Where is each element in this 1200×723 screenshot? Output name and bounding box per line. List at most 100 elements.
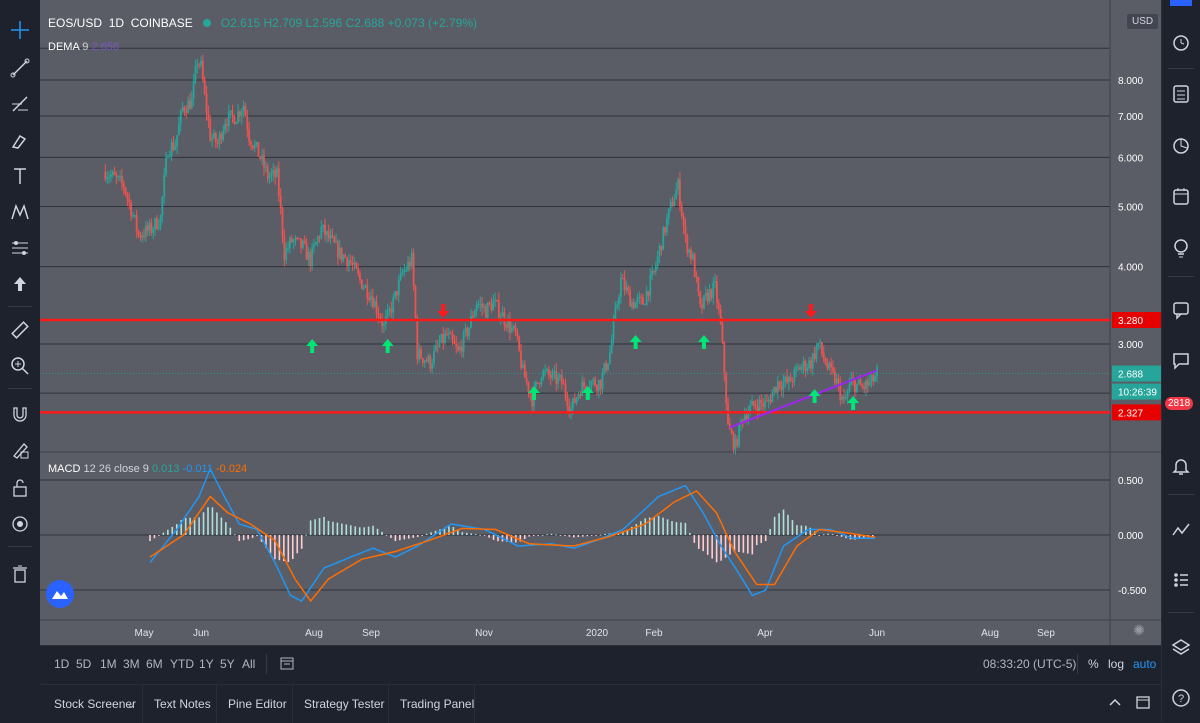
trash-icon[interactable] — [6, 560, 34, 588]
macd-histogram-bar — [550, 533, 553, 535]
candle-body — [163, 174, 166, 198]
tab-trading-panel[interactable]: Trading Panel — [400, 697, 474, 711]
chart-area[interactable]: -0.500 0.000 0.500 3.000 4.000 5.000 6.000 7.0… — [40, 0, 1162, 645]
macd-legend[interactable]: MACD 12 26 close 9 0.013 -0.011 -0.024 — [48, 463, 247, 475]
macd-histogram-bar — [412, 535, 415, 538]
candle-body — [399, 273, 402, 280]
macd-histogram-bar — [564, 535, 566, 536]
ideas-lightbulb-icon[interactable] — [1167, 234, 1195, 262]
timeframe-all[interactable]: All — [242, 657, 255, 671]
timeframe-1d[interactable]: 1D — [54, 657, 69, 671]
timeframe-5y[interactable]: 5Y — [220, 657, 235, 671]
auto-scale-toggle[interactable]: auto — [1133, 657, 1156, 671]
candle-body — [523, 364, 526, 378]
macd-histogram-bar — [492, 535, 495, 540]
candle-body — [632, 302, 635, 309]
macd-histogram-bar — [207, 507, 209, 535]
crosshair-icon[interactable] — [6, 16, 34, 44]
trading-signal-icon[interactable] — [1167, 516, 1195, 544]
candle-body — [165, 157, 167, 175]
hotlist-grid-icon[interactable] — [1167, 566, 1195, 594]
watchlist-icon[interactable] — [1167, 80, 1195, 108]
trendline-icon[interactable] — [6, 54, 34, 82]
macd-histogram-bar — [376, 528, 379, 535]
candle-body — [161, 197, 164, 216]
help-icon[interactable]: ? — [1167, 684, 1195, 712]
candle-body — [203, 79, 206, 94]
macd-histogram-bar — [796, 525, 798, 535]
candle-body — [403, 270, 406, 273]
tab-text-notes[interactable]: Text Notes — [154, 697, 211, 711]
candle-body — [546, 369, 548, 371]
notification-badge[interactable]: 2818 — [1165, 397, 1194, 410]
calendar-icon[interactable] — [1167, 182, 1195, 210]
chats-icon[interactable] — [1167, 346, 1195, 374]
candle-body — [555, 370, 558, 384]
arrow-marker-icon[interactable] — [6, 270, 34, 298]
settings-gear-icon[interactable]: ✺ — [1131, 622, 1147, 638]
magnet-icon[interactable] — [6, 400, 34, 428]
symbol-interval[interactable]: 1D — [109, 16, 124, 30]
candle-body — [386, 309, 389, 317]
macd-histogram-bar — [836, 535, 838, 536]
candle-body — [494, 299, 497, 301]
clock-timezone[interactable]: 08:33:20 (UTC-5) — [983, 657, 1076, 671]
candle-body — [222, 130, 225, 140]
price-tick-label: 8.000 — [1118, 76, 1143, 87]
date-range-icon[interactable] — [280, 656, 294, 673]
dema-legend[interactable]: DEMA 9 2.656 — [48, 41, 119, 53]
candle-body — [318, 237, 321, 239]
candle-body — [167, 156, 169, 158]
sell-arrow-icon — [804, 304, 817, 318]
timeframe-ytd[interactable]: YTD — [170, 657, 194, 671]
timeframe-1m[interactable]: 1M — [100, 657, 117, 671]
candle-body — [338, 247, 341, 258]
data-window-icon[interactable] — [1167, 132, 1195, 160]
brush-icon[interactable] — [6, 126, 34, 154]
price-tick-label: 3.000 — [1118, 340, 1143, 351]
bell-notification-icon[interactable] — [1167, 452, 1195, 480]
layers-icon[interactable] — [1167, 634, 1195, 662]
streams-chat-icon[interactable] — [1167, 296, 1195, 324]
candle-body — [810, 360, 812, 369]
timeframe-5d[interactable]: 5D — [76, 657, 91, 671]
timeframe-6m[interactable]: 6M — [146, 657, 163, 671]
timeframe-3m[interactable]: 3M — [123, 657, 140, 671]
unlock-icon[interactable] — [6, 474, 34, 502]
macd-histogram-bar — [639, 521, 642, 535]
symbol-pair[interactable]: EOS/USD — [48, 16, 102, 30]
timeframe-1y[interactable]: 1Y — [199, 657, 214, 671]
tradingview-logo-icon[interactable] — [46, 580, 74, 608]
log-scale-toggle[interactable]: log — [1108, 657, 1124, 671]
candle-body — [623, 278, 626, 291]
collapse-panel-icon[interactable] — [1108, 695, 1122, 712]
visibility-icon[interactable] — [6, 510, 34, 538]
tab-pine-editor[interactable]: Pine Editor — [228, 697, 287, 711]
currency-label[interactable]: USD — [1127, 14, 1159, 29]
candle-body — [572, 398, 574, 409]
lock-drawing-icon[interactable] — [6, 436, 34, 464]
fib-tool-icon[interactable] — [6, 90, 34, 118]
alarm-clock-icon[interactable] — [1167, 28, 1195, 56]
pattern-tool-icon[interactable] — [6, 198, 34, 226]
tab-stock-screener[interactable]: Stock Screener — [54, 697, 136, 711]
macd-histogram-bar — [822, 534, 825, 536]
candle-body — [388, 308, 391, 310]
macd-histogram-bar — [599, 534, 602, 536]
text-tool-icon[interactable] — [6, 162, 34, 190]
macd-histogram-bar — [354, 526, 357, 535]
prediction-tool-icon[interactable] — [6, 234, 34, 262]
percent-scale-toggle[interactable]: % — [1088, 657, 1099, 671]
candle-body — [416, 317, 419, 360]
macd-histogram-bar — [474, 534, 477, 535]
chevron-down-icon[interactable]: ⌄ — [126, 697, 136, 711]
zoom-in-icon[interactable] — [6, 352, 34, 380]
macd-histogram-bar — [300, 535, 303, 549]
panel-divider — [1168, 276, 1194, 277]
chart-canvas[interactable]: -0.500 0.000 0.500 3.000 4.000 5.000 6.000 7.0… — [40, 0, 1162, 645]
candle-body — [451, 333, 454, 341]
tab-strategy-tester[interactable]: Strategy Tester — [304, 697, 384, 711]
candle-body — [667, 208, 670, 219]
maximize-panel-icon[interactable] — [1136, 695, 1150, 712]
ruler-icon[interactable] — [6, 316, 34, 344]
